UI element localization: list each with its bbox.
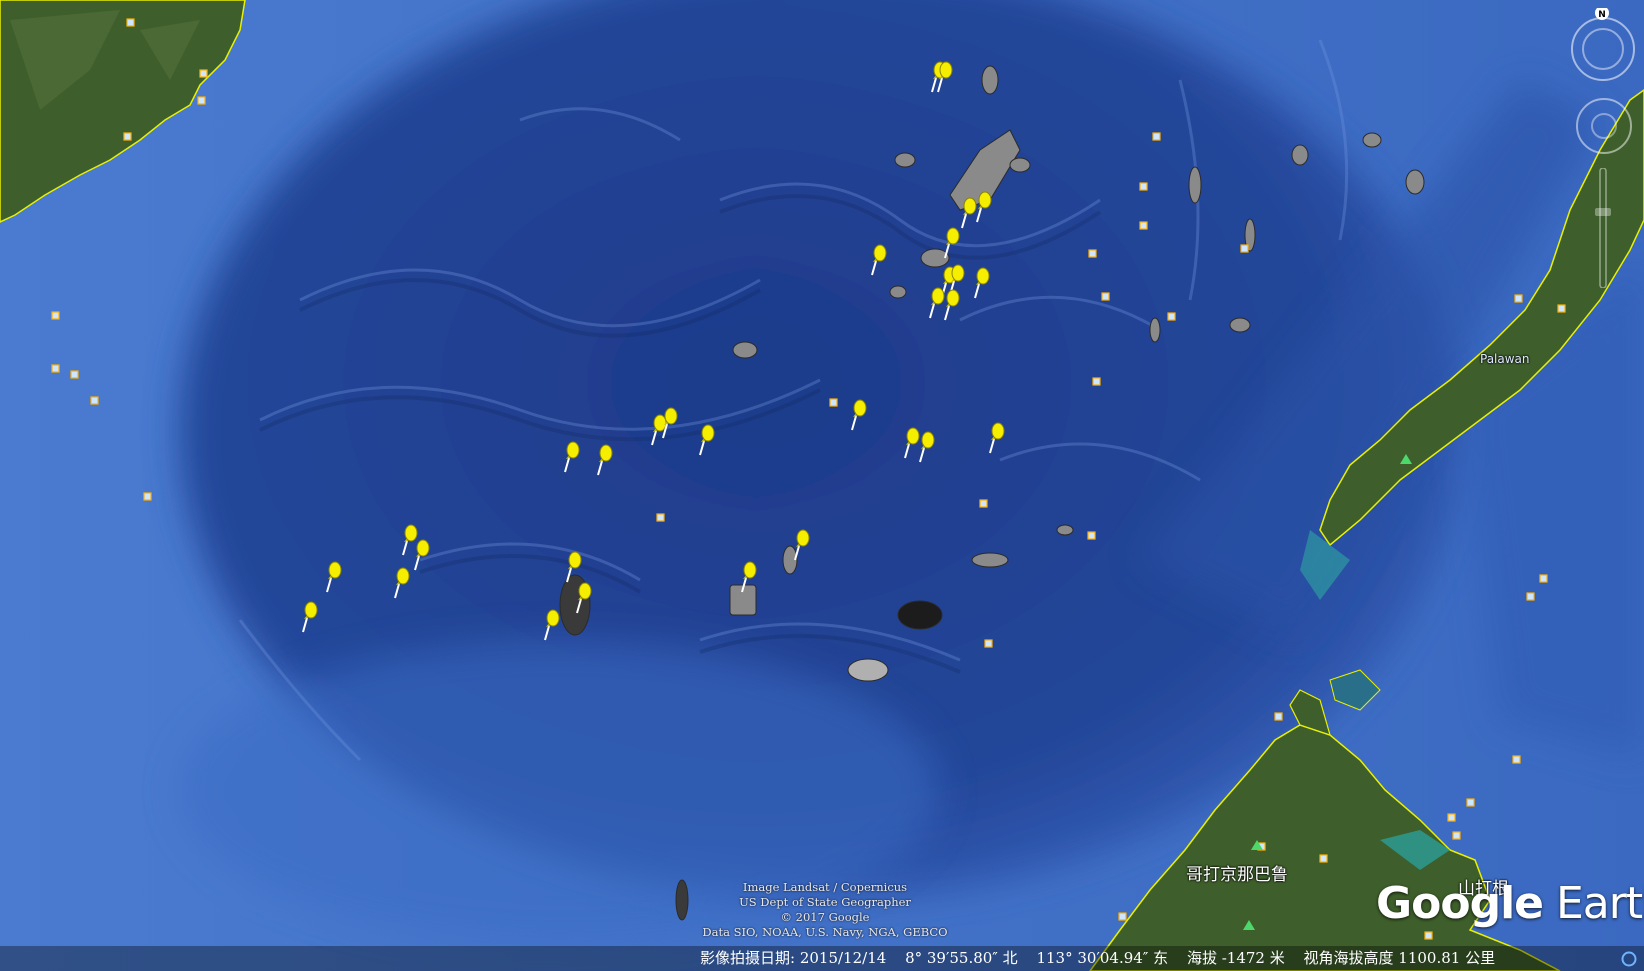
eye-altitude-readout: 视角海拔高度 1100.81 公里 [1303, 949, 1496, 967]
reef [732, 341, 758, 359]
marker-icon [1526, 592, 1535, 601]
attribution-line: © 2017 Google [780, 910, 870, 924]
compass-icon[interactable]: N [1566, 8, 1640, 82]
marker-icon [1319, 854, 1328, 863]
reef [1009, 157, 1031, 173]
marker-icon [1088, 249, 1097, 258]
logo-google: Google [1376, 878, 1544, 929]
marker-icon [199, 69, 208, 78]
marker-icon [979, 499, 988, 508]
marker-icon [143, 492, 152, 501]
marker-icon [1466, 798, 1475, 807]
marker-icon [90, 396, 99, 405]
reef [1056, 524, 1074, 536]
reef [1229, 317, 1251, 333]
marker-icon [829, 398, 838, 407]
marker-icon [984, 639, 993, 648]
place-label-kota-kinabalu: 哥打京那巴鲁 [1186, 865, 1288, 885]
marker-icon [1139, 221, 1148, 230]
look-joystick-icon[interactable] [1574, 96, 1634, 156]
marker-icon [126, 18, 135, 27]
attribution-line: Data SIO, NOAA, U.S. Navy, NGA, GEBCO [702, 925, 948, 939]
reef [1405, 169, 1425, 195]
status-bar: 影像拍摄日期: 2015/12/14 8° 39′55.80″ 北 113° 3… [0, 946, 1644, 971]
marker-icon [1152, 132, 1161, 141]
marker-icon [1087, 531, 1096, 540]
marker-icon [197, 96, 206, 105]
reef [847, 658, 889, 682]
marker-icon [1092, 377, 1101, 386]
marker-icon [51, 311, 60, 320]
latitude-readout: 8° 39′55.80″ 北 [905, 949, 1018, 967]
marker-icon [51, 364, 60, 373]
elevation-readout: 海拔 -1472 米 [1186, 949, 1285, 967]
reef [1291, 144, 1309, 166]
google-earth-logo: Google Earth [1376, 878, 1644, 929]
reef [782, 545, 798, 575]
marker-icon [1274, 712, 1283, 721]
reef [1188, 166, 1202, 204]
place-label-palawan: Palawan [1480, 352, 1530, 366]
map-viewport[interactable]: Palawan 哥打京那巴鲁 山打根 Image Landsat / Coper… [0, 0, 1644, 971]
imagery-attribution: Image Landsat / Copernicus US Dept of St… [680, 880, 970, 940]
status-indicator-icon [1621, 951, 1637, 967]
marker-icon [1514, 294, 1523, 303]
marker-icon [1557, 304, 1566, 313]
compass-north-label: N [1598, 10, 1606, 20]
marker-icon [1452, 831, 1461, 840]
marker-icon [1167, 312, 1176, 321]
map-canvas[interactable] [0, 0, 1644, 971]
longitude-readout: 113° 30′04.94″ 东 [1036, 949, 1169, 967]
reef [920, 248, 950, 268]
reef [894, 152, 916, 168]
reef [1149, 317, 1161, 343]
marker-icon [1139, 182, 1148, 191]
marker-icon [123, 132, 132, 141]
marker-icon [1447, 813, 1456, 822]
attribution-line: Image Landsat / Copernicus [742, 880, 908, 894]
zoom-slider-icon[interactable] [1592, 168, 1614, 288]
reef [971, 552, 1009, 568]
marker-icon [1118, 912, 1127, 921]
reef [889, 285, 907, 299]
marker-icon [1539, 574, 1548, 583]
reef [981, 65, 999, 95]
marker-icon [70, 370, 79, 379]
marker-icon [1101, 292, 1110, 301]
marker-icon [1512, 755, 1521, 764]
marker-icon [1240, 244, 1249, 253]
reef [1362, 132, 1382, 148]
marker-icon [1424, 931, 1433, 940]
logo-earth: Earth [1556, 878, 1644, 929]
marker-icon [656, 513, 665, 522]
reef-dark [897, 600, 943, 630]
attribution-line: US Dept of State Geographer [739, 895, 911, 909]
imagery-date: 影像拍摄日期: 2015/12/14 [700, 949, 887, 967]
